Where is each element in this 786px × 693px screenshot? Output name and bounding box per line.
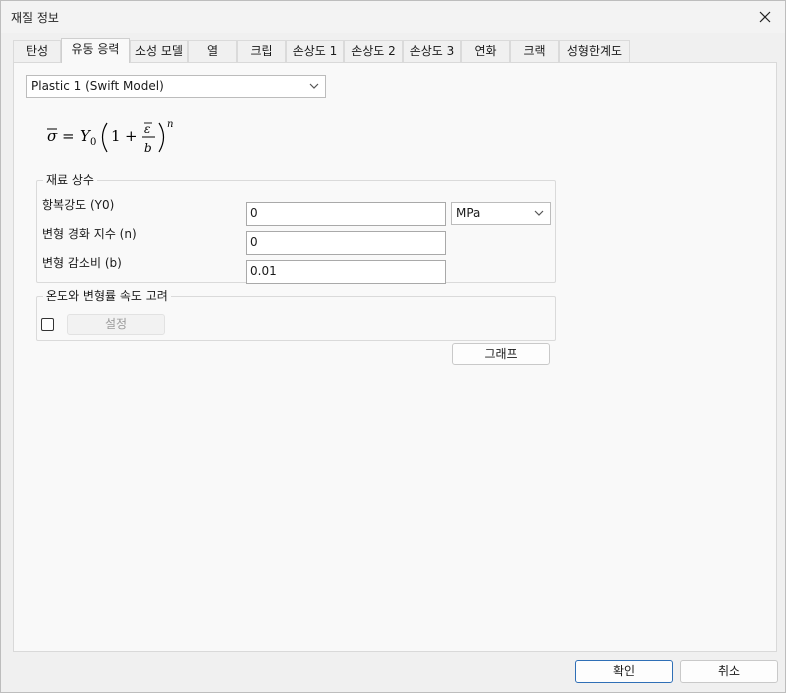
title-bar: 재질 정보 (1, 1, 785, 33)
graph-button[interactable]: 그래프 (452, 343, 550, 365)
formula-y-subscript: 0 (90, 137, 96, 148)
tab-damage-1[interactable]: 손상도 1 (286, 40, 344, 62)
hardening-exponent-label: 변형 경화 지수 (n) (42, 227, 137, 241)
tab-damage-2[interactable]: 손상도 2 (344, 40, 403, 62)
formula-right-paren (158, 122, 165, 153)
formula-epsilon: ε (144, 122, 150, 136)
tab-plastic-model[interactable]: 소성 모델 (130, 40, 188, 62)
formula-equals: = (62, 127, 75, 145)
tab-forming-limit[interactable]: 성형한계도 (559, 40, 630, 62)
tab-crack[interactable]: 크랙 (510, 40, 559, 62)
tab-creep[interactable]: 크립 (237, 40, 286, 62)
setting-button[interactable]: 설정 (67, 314, 165, 335)
ok-button[interactable]: 확인 (575, 660, 673, 683)
tab-elastic[interactable]: 탄성 (13, 40, 61, 62)
window-title: 재질 정보 (11, 11, 59, 25)
formula-sigma: σ (47, 127, 58, 145)
model-select-value: Plastic 1 (Swift Model) (31, 79, 164, 93)
material-constants-title: 재료 상수 (43, 172, 97, 188)
chevron-down-icon (309, 83, 319, 89)
material-info-dialog: 재질 정보 탄성 유동 응력 소성 모델 열 크립 손상도 1 손상도 2 손상… (0, 0, 786, 693)
tab-softening[interactable]: 연화 (461, 40, 510, 62)
unit-select-value: MPa (456, 206, 481, 220)
unit-select[interactable]: MPa (451, 202, 551, 225)
hardening-exponent-input[interactable]: 0 (246, 231, 446, 255)
formula-exponent: n (167, 119, 173, 130)
formula-one: 1 (111, 127, 121, 145)
tab-damage-3[interactable]: 손상도 3 (403, 40, 461, 62)
yield-strength-input[interactable]: 0 (246, 202, 446, 226)
model-select[interactable]: Plastic 1 (Swift Model) (26, 75, 326, 98)
close-button[interactable] (745, 1, 785, 32)
formula-left-paren (101, 122, 108, 153)
tab-thermal[interactable]: 열 (188, 40, 237, 62)
close-icon (759, 11, 771, 22)
formula-plus: + (125, 127, 138, 145)
yield-strength-label: 항복강도 (Y0) (42, 198, 115, 212)
temperature-strain-rate-checkbox[interactable] (41, 318, 54, 331)
chevron-down-icon (534, 210, 544, 216)
temperature-strain-rate-title: 온도와 변형률 속도 고려 (43, 288, 171, 304)
strain-reduction-label: 변형 감소비 (b) (42, 256, 122, 270)
tab-flow-stress[interactable]: 유동 응력 (61, 38, 130, 63)
strain-reduction-input[interactable]: 0.01 (246, 260, 446, 284)
formula-b: b (144, 141, 152, 155)
cancel-button[interactable]: 취소 (680, 660, 778, 683)
swift-model-formula: σ = Y 0 1 + ε b n (47, 119, 173, 155)
